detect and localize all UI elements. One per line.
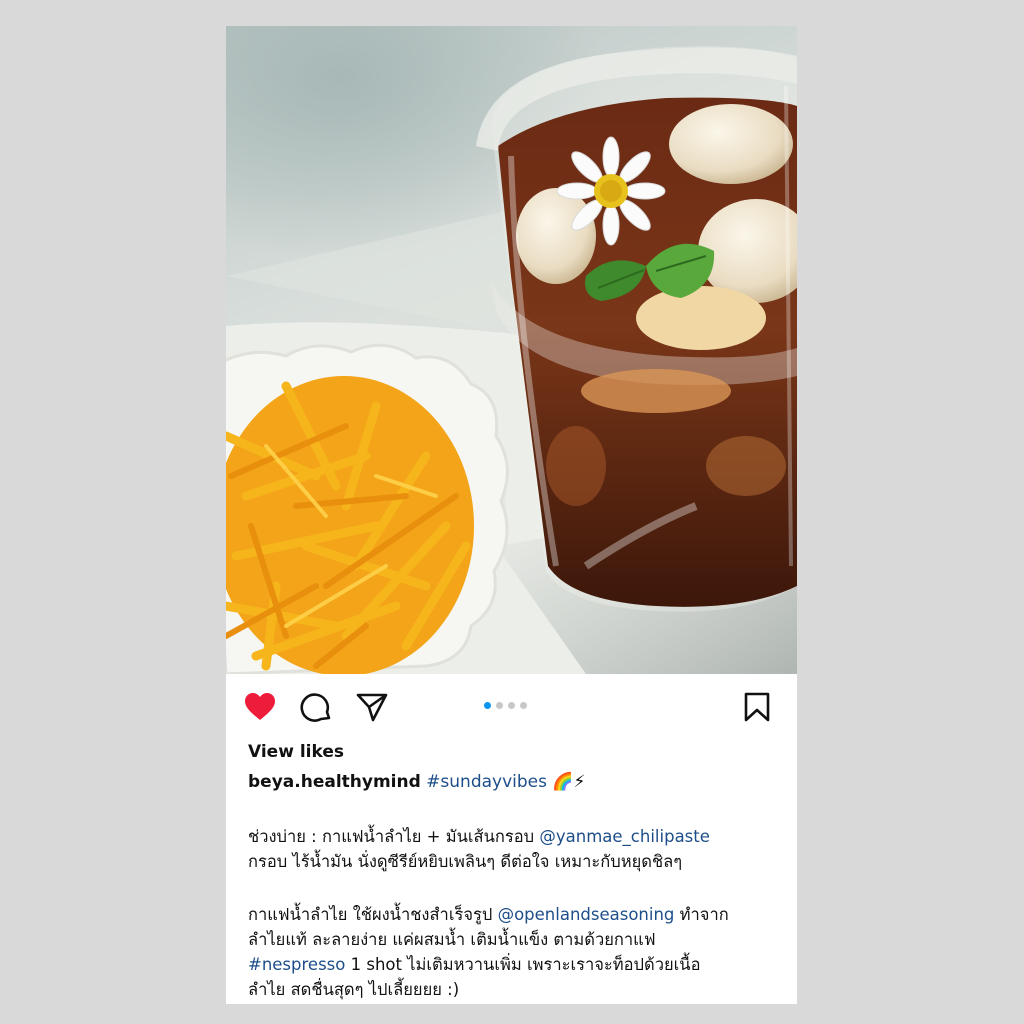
caption-line: ลำไยแท้ ละลายง่าย แค่ผสมน้ำ เติมน้ำแข็ง …: [248, 930, 656, 949]
mention-link[interactable]: @openlandseasoning: [498, 905, 675, 924]
heart-filled-icon[interactable]: [244, 692, 276, 722]
comment-icon[interactable]: [300, 692, 332, 724]
caption-line: กาแฟน้ำลำไย ใช้ผงน้ำชงสำเร็จรูป @openlan…: [248, 902, 788, 927]
caption-line: #nespresso 1 shot ไม่เติมหวานเพิ่ม เพราะ…: [248, 952, 788, 977]
post-photo[interactable]: [226, 26, 797, 674]
caption-line: กรอบ ไร้น้ำมัน นั่งดูซีรีย์หยิบเพลินๆ ดี…: [248, 852, 683, 871]
carousel-dot: [508, 702, 515, 709]
caption-line: ลำไย สดชื่นสุดๆ ไปเลี้ยยยย :): [248, 980, 460, 999]
hashtag-link[interactable]: #nespresso: [248, 955, 345, 974]
hashtag-link[interactable]: #sundayvibes: [426, 772, 547, 792]
post-username[interactable]: beya.healthymind: [248, 772, 421, 792]
caption-text: ช่วงบ่าย : กาแฟน้ำลำไย + มันเส้นกรอบ: [248, 827, 540, 846]
bookmark-icon[interactable]: [744, 692, 770, 722]
photo-illustration: [226, 46, 797, 674]
caption-text: กาแฟน้ำลำไย ใช้ผงน้ำชงสำเร็จรูป: [248, 905, 498, 924]
carousel-dot-active: [484, 702, 491, 709]
post-action-bar: [226, 674, 797, 738]
caption-paragraph-1: ช่วงบ่าย : กาแฟน้ำลำไย + มันเส้นกรอบ @ya…: [248, 824, 788, 874]
caption-emoji: 🌈⚡: [552, 772, 586, 792]
carousel-dot: [496, 702, 503, 709]
paper-plane-icon[interactable]: [356, 692, 388, 722]
mention-link[interactable]: @yanmae_chilipaste: [539, 827, 710, 846]
caption-text: 1 shot ไม่เติมหวานเพิ่ม เพราะเราจะท็อปด้…: [345, 955, 701, 974]
caption-header: beya.healthymind #sundayvibes 🌈⚡: [248, 772, 788, 792]
view-likes-link[interactable]: View likes: [248, 742, 344, 762]
carousel-indicator: [484, 702, 532, 710]
caption-line: ช่วงบ่าย : กาแฟน้ำลำไย + มันเส้นกรอบ @ya…: [248, 824, 788, 849]
caption-text: ทำจาก: [674, 905, 729, 924]
caption-paragraph-2: กาแฟน้ำลำไย ใช้ผงน้ำชงสำเร็จรูป @openlan…: [248, 902, 788, 1002]
instagram-post-card: View likes beya.healthymind #sundayvibes…: [226, 26, 797, 1004]
carousel-dot: [520, 702, 527, 709]
